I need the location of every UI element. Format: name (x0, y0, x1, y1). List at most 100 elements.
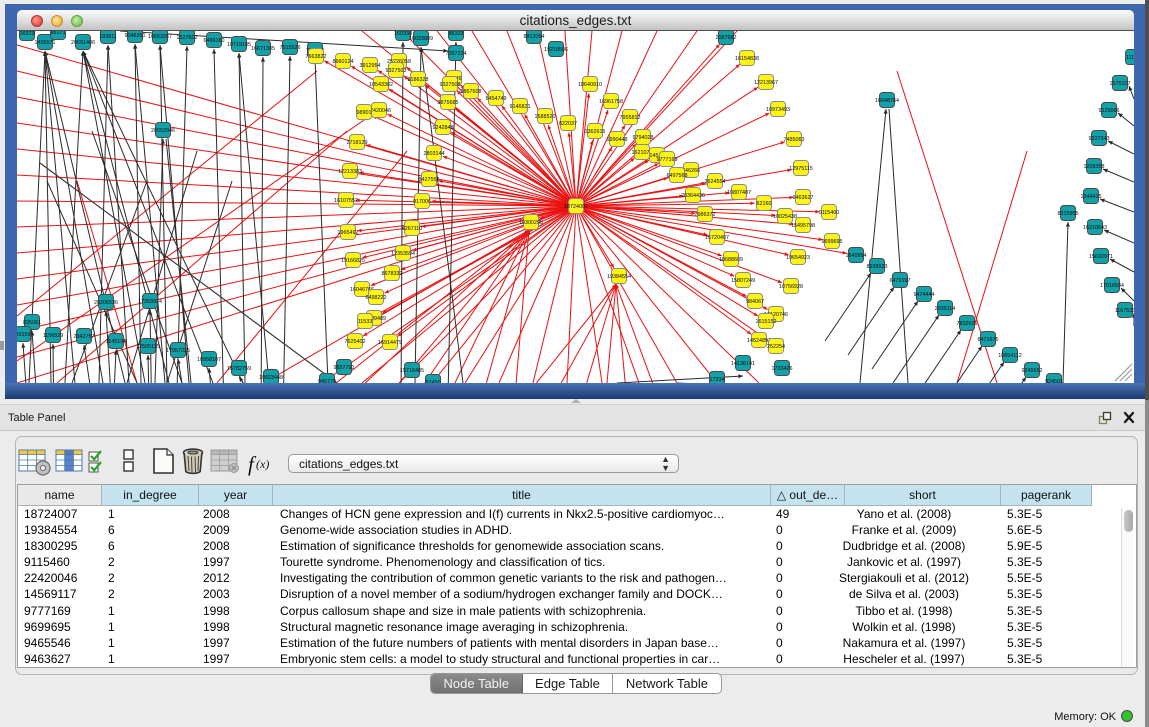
svg-text:16648764: 16648764 (875, 98, 899, 104)
svg-text:1362615: 1362615 (585, 129, 606, 135)
svg-text:12975115: 12975115 (789, 166, 813, 172)
svg-text:7986372: 7986372 (695, 212, 716, 218)
svg-text:1990448: 1990448 (607, 137, 628, 143)
svg-text:8660124: 8660124 (333, 59, 354, 65)
svg-text:12213967: 12213967 (754, 80, 778, 86)
svg-text:6479197: 6479197 (890, 278, 911, 284)
svg-text:924501: 924501 (1045, 379, 1063, 383)
svg-text:9245652: 9245652 (1022, 368, 1043, 374)
svg-text:14136141: 14136141 (731, 361, 755, 367)
svg-text:9242848: 9242848 (433, 125, 454, 131)
svg-text:8267110: 8267110 (402, 226, 423, 232)
svg-text:15720407: 15720407 (705, 235, 729, 241)
svg-text:9657791: 9657791 (334, 365, 355, 371)
svg-text:1965492: 1965492 (338, 230, 359, 236)
svg-text:2087682: 2087682 (716, 35, 737, 41)
svg-text:7357224: 7357224 (446, 51, 467, 57)
svg-text:984067: 984067 (746, 299, 764, 305)
svg-text:12213383: 12213383 (338, 169, 362, 175)
svg-text:18724007: 18724007 (564, 204, 588, 210)
svg-text:8938923: 8938923 (867, 264, 888, 270)
svg-text:12353594: 12353594 (391, 251, 415, 257)
svg-text:10654112: 10654112 (998, 353, 1022, 359)
svg-text:15807249: 15807249 (731, 278, 755, 284)
svg-text:18640910: 18640910 (578, 82, 602, 88)
svg-text:10543382: 10543382 (369, 82, 393, 88)
svg-text:2867608: 2867608 (461, 89, 482, 95)
svg-text:9777169: 9777169 (657, 157, 678, 163)
svg-text:9327503: 9327503 (386, 68, 407, 74)
svg-text:18300295: 18300295 (519, 220, 543, 226)
svg-text:8813054: 8813054 (524, 34, 545, 40)
svg-text:7832621: 7832621 (957, 321, 978, 327)
svg-text:6498222: 6498222 (366, 295, 387, 301)
svg-text:9129966: 9129966 (1099, 108, 1120, 114)
svg-text:3624554: 3624554 (705, 179, 726, 185)
svg-text:1640954: 1640954 (846, 253, 867, 259)
svg-text:19654923: 19654923 (786, 255, 810, 261)
svg-text:(x): (x) (256, 457, 269, 471)
svg-text:15692971: 15692971 (1089, 254, 1113, 260)
svg-text:2803144: 2803144 (424, 151, 445, 157)
svg-text:8471676: 8471676 (978, 337, 999, 343)
svg-text:19384554: 19384554 (607, 274, 631, 280)
svg-text:1209358: 1209358 (1084, 164, 1105, 170)
svg-text:16154838: 16154838 (735, 56, 759, 62)
svg-text:9227343: 9227343 (1089, 136, 1110, 142)
svg-text:1167533: 1167533 (1115, 308, 1134, 314)
svg-text:9146821: 9146821 (510, 104, 531, 110)
svg-text:917006: 917006 (413, 199, 431, 205)
svg-text:9327508: 9327508 (440, 82, 461, 88)
svg-text:8678332: 8678332 (382, 271, 403, 277)
svg-text:2718129: 2718129 (347, 140, 368, 146)
svg-text:86103: 86103 (449, 31, 464, 37)
svg-text:15495798: 15495798 (791, 223, 815, 229)
svg-text:3875685: 3875685 (438, 100, 459, 106)
svg-text:1588520: 1588520 (535, 114, 556, 120)
svg-text:11533: 11533 (358, 319, 373, 325)
svg-text:945779: 945779 (318, 379, 336, 383)
svg-text:9463627: 9463627 (793, 195, 814, 201)
svg-text:10756928: 10756928 (779, 284, 803, 290)
svg-text:10973493: 10973493 (766, 107, 790, 113)
svg-text:6497568: 6497568 (667, 173, 688, 179)
svg-text:1733426: 1733426 (772, 366, 793, 372)
svg-text:11129: 11129 (1126, 55, 1134, 61)
svg-text:7663822: 7663822 (306, 54, 327, 60)
svg-text:3912954: 3912954 (360, 63, 381, 69)
svg-text:10807487: 10807487 (727, 190, 751, 196)
svg-text:7955812: 7955812 (620, 115, 641, 121)
svg-text:10688609: 10688609 (719, 257, 743, 263)
svg-text:9699695: 9699695 (822, 239, 843, 245)
svg-text:9115460: 9115460 (819, 210, 840, 216)
svg-text:20364436: 20364436 (681, 193, 705, 199)
svg-text:16033809: 16033809 (409, 36, 433, 42)
svg-text:1615152: 1615152 (756, 319, 777, 325)
svg-text:1575107: 1575107 (1110, 81, 1131, 87)
svg-text:1244415: 1244415 (1081, 194, 1102, 200)
svg-text:17016504: 17016504 (1100, 283, 1124, 289)
svg-text:62160: 62160 (757, 201, 772, 207)
svg-text:2935114: 2935114 (935, 306, 956, 312)
svg-text:8186328: 8186328 (408, 77, 429, 83)
svg-text:9794028: 9794028 (633, 135, 654, 141)
svg-text:10025438: 10025438 (773, 214, 797, 220)
svg-text:17334: 17334 (710, 377, 725, 383)
svg-text:97450: 97450 (426, 380, 441, 383)
svg-text:8427552: 8427552 (419, 177, 440, 183)
svg-text:15716485: 15716485 (400, 368, 424, 374)
svg-text:16961758: 16961758 (599, 99, 623, 105)
svg-text:252254: 252254 (767, 344, 785, 350)
svg-text:822037: 822037 (559, 121, 577, 127)
svg-text:19218506: 19218506 (544, 47, 568, 53)
svg-text:9474444: 9474444 (914, 292, 935, 298)
svg-text:7625402: 7625402 (345, 339, 366, 345)
svg-text:98901: 98901 (357, 110, 372, 116)
svg-text:16210643: 16210643 (1083, 225, 1107, 231)
svg-text:7485063: 7485063 (784, 137, 805, 143)
svg-text:8215955: 8215955 (1058, 211, 1079, 217)
svg-text:8454749: 8454749 (486, 96, 507, 102)
svg-text:19166825: 19166825 (341, 258, 365, 264)
svg-text:16107552: 16107552 (334, 198, 358, 204)
svg-text:16914479: 16914479 (378, 340, 402, 346)
